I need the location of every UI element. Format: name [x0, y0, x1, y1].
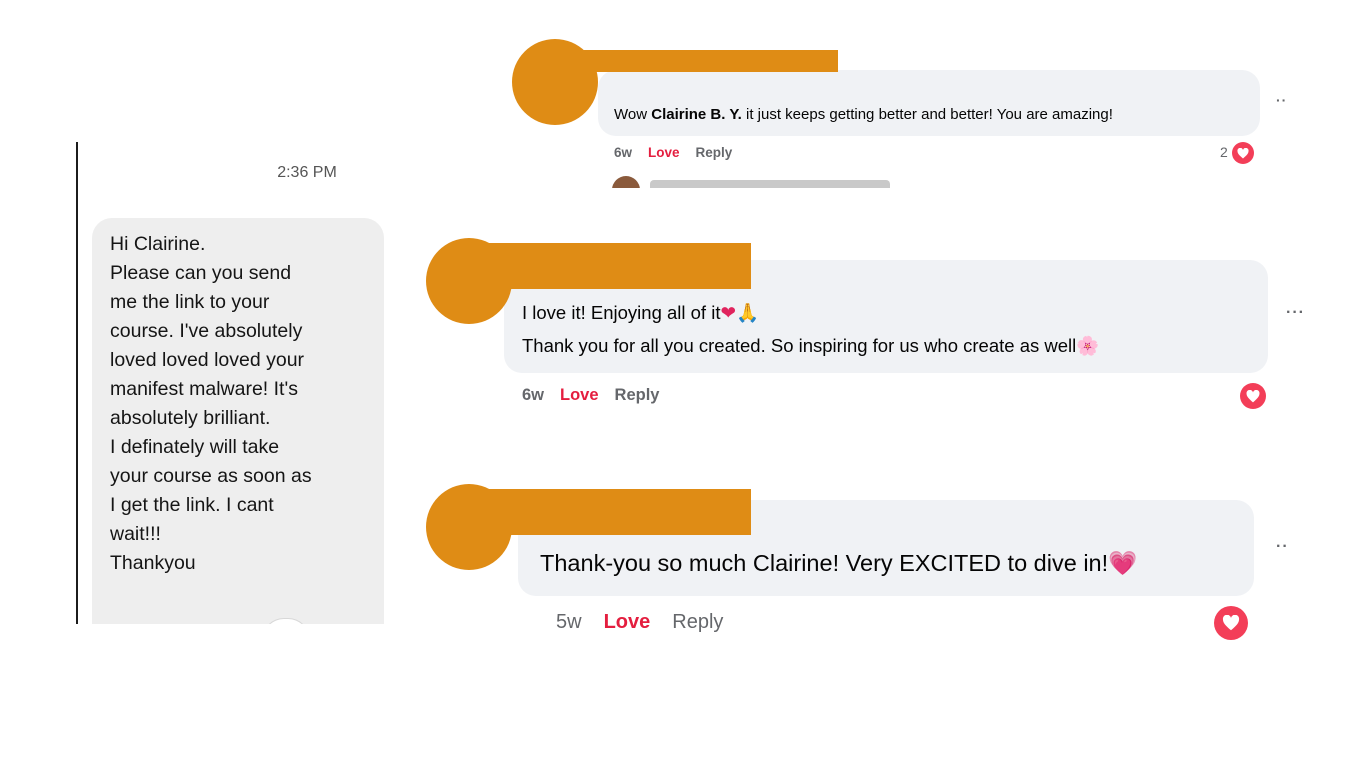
message-line: manifest malware! It's: [110, 378, 298, 400]
reply-button[interactable]: Reply: [696, 145, 733, 160]
comment-text: I love it! Enjoying all of it❤🙏: [522, 302, 760, 323]
heart-icon[interactable]: [1240, 383, 1266, 409]
reply-button[interactable]: Reply: [672, 611, 723, 633]
comment-bubble: [598, 70, 1260, 136]
comment-text: Wow Clairine B. Y. it just keeps getting…: [614, 106, 1113, 123]
reaction-count[interactable]: 2: [1220, 144, 1228, 160]
emoji: 💗: [1108, 550, 1138, 576]
more-options-icon[interactable]: ··: [1276, 538, 1289, 556]
heart-icon[interactable]: [1232, 142, 1254, 164]
comment-text: Thank-you so much Clairine! Very EXCITED…: [540, 550, 1138, 576]
redaction-bar: [469, 489, 751, 535]
comment-age[interactable]: 6w: [522, 386, 544, 404]
message-line: Hi Clairine.: [110, 233, 206, 255]
reply-button[interactable]: Reply: [615, 386, 660, 404]
message-bubble: Hi Clairine. Please can you send me the …: [92, 218, 384, 624]
redaction-bar: [469, 243, 751, 289]
message-line: loved loved loved your: [110, 349, 305, 371]
emoji: 🌸: [1076, 335, 1100, 356]
mention-link[interactable]: Clairine B. Y.: [651, 106, 742, 123]
message-line: absolutely brilliant.: [110, 407, 271, 429]
comment-meta: 6w Love Reply: [614, 145, 748, 160]
message-line: me the link to your: [110, 291, 270, 313]
message-line: Please can you send: [110, 262, 292, 284]
avatar: [612, 176, 642, 188]
love-button[interactable]: Love: [604, 611, 651, 633]
comment-meta: 6w Love Reply: [522, 386, 675, 405]
comment-age[interactable]: 5w: [556, 611, 582, 633]
more-options-icon[interactable]: ··: [1276, 92, 1287, 108]
love-button[interactable]: Love: [648, 145, 680, 160]
comment-text: Thank you for all you created. So inspir…: [522, 335, 1100, 356]
redaction-bar: [555, 50, 838, 72]
message-line: I get the link. I cant: [110, 494, 274, 516]
reply-preview: [650, 180, 900, 188]
heart-icon[interactable]: [1214, 606, 1248, 640]
message-line: I definately will take: [110, 436, 280, 458]
emoji: ❤🙏: [720, 302, 760, 323]
message-timestamp: 2:36 PM: [277, 164, 337, 181]
divider: [76, 142, 78, 624]
comment-age[interactable]: 6w: [614, 145, 632, 160]
message-line: Thankyou: [110, 552, 196, 574]
love-button[interactable]: Love: [560, 386, 599, 404]
message-line: course. I've absolutely: [110, 320, 303, 342]
message-line: wait!!!: [110, 523, 161, 545]
message-line: your course as soon as: [110, 465, 312, 487]
comment-meta: 5w Love Reply: [556, 611, 739, 634]
more-options-icon[interactable]: ···: [1286, 304, 1305, 322]
